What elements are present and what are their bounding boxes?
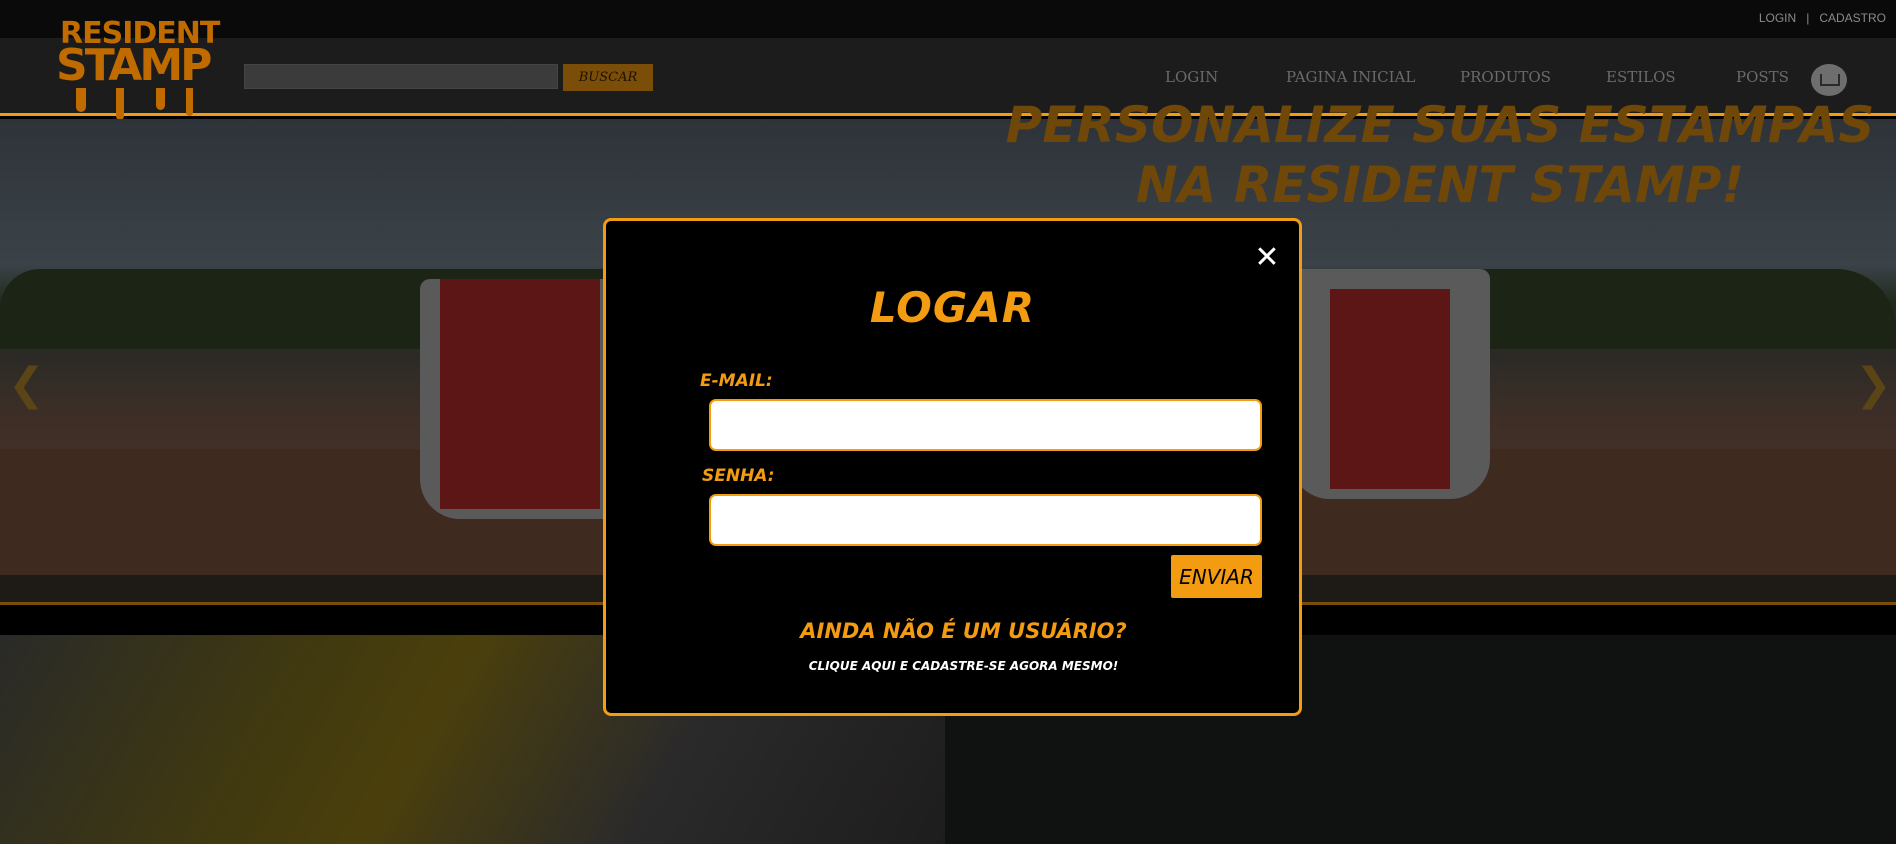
modal-title: LOGAR	[869, 283, 1036, 332]
password-field[interactable]	[709, 494, 1262, 546]
password-label: SENHA:	[702, 466, 775, 486]
register-prompt: AINDA NÃO É UM USUÁRIO?	[800, 619, 1127, 643]
submit-button[interactable]: ENVIAR	[1171, 555, 1262, 598]
email-label: E-MAIL:	[700, 371, 773, 391]
login-modal: ✕ LOGAR E-MAIL: SENHA: ENVIAR AINDA NÃO …	[603, 218, 1302, 716]
register-link[interactable]: CLIQUE AQUI E CADASTRE-SE AGORA MESMO!	[606, 659, 1321, 673]
email-field[interactable]	[709, 399, 1262, 451]
close-icon[interactable]: ✕	[1252, 243, 1282, 273]
